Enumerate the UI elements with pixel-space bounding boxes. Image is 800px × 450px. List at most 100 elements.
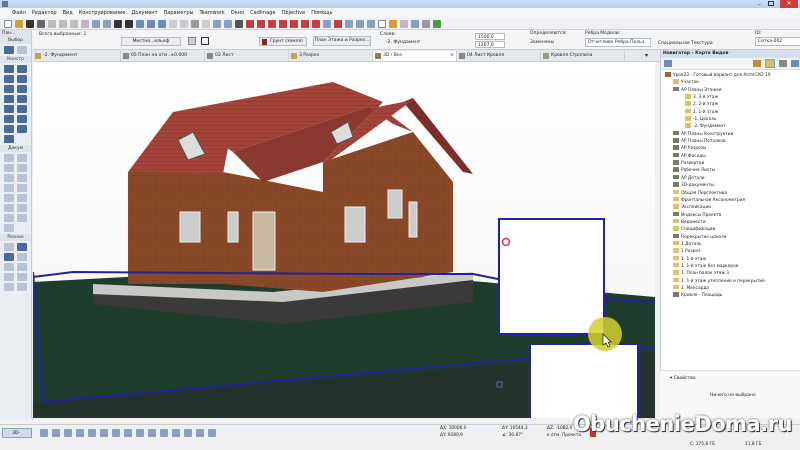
menu-edit[interactable]: Редактор xyxy=(32,10,57,16)
tree-item[interactable]: 2. 2-й этаж xyxy=(661,101,800,108)
layout-book-icon[interactable] xyxy=(779,60,787,67)
publish-icon[interactable] xyxy=(411,19,419,28)
arrow-tool-icon[interactable] xyxy=(4,46,14,54)
lamp-tool-icon[interactable] xyxy=(16,243,27,251)
tree-item[interactable]: Перекрытие цоколя xyxy=(661,233,800,241)
change-tool-icon[interactable] xyxy=(4,224,14,232)
tree-item[interactable]: АР Разрезы xyxy=(661,145,800,152)
label-tool-icon[interactable] xyxy=(16,164,27,172)
minimize-button[interactable]: – xyxy=(758,1,761,8)
tree-item[interactable]: АР Планы Этажей xyxy=(661,86,800,94)
plan-icon[interactable] xyxy=(367,19,375,28)
new-icon[interactable] xyxy=(4,19,12,28)
rectangle-geometry-icon[interactable] xyxy=(201,37,209,45)
material-dropdown[interactable]: Грунт (земля) xyxy=(259,37,307,46)
object-tool-icon[interactable] xyxy=(4,125,14,133)
section-tool-icon[interactable] xyxy=(16,194,27,202)
tab-plan-0[interactable]: 05 План на отм. ±0.000 xyxy=(121,51,205,61)
interior-elevation-icon[interactable] xyxy=(16,283,27,291)
skylight-tool-icon[interactable] xyxy=(16,105,27,113)
tree-item[interactable]: Урок23 - Готовый вариант для ArchiCAD 19 xyxy=(661,72,800,79)
mesh-tool-icon[interactable] xyxy=(4,135,14,143)
publisher-sets-icon[interactable] xyxy=(791,60,799,67)
maximize-button[interactable] xyxy=(768,1,774,6)
redo-icon[interactable] xyxy=(92,19,100,28)
print-icon[interactable] xyxy=(37,19,45,28)
polyline-tool-icon[interactable] xyxy=(16,184,27,192)
set-icon[interactable] xyxy=(422,19,430,28)
light-icon[interactable] xyxy=(196,429,204,437)
split-icon[interactable] xyxy=(246,19,254,28)
wave-tool-icon[interactable] xyxy=(4,273,14,281)
tab-section-3[interactable]: 3 Разрез xyxy=(289,51,373,61)
morph-tool-icon[interactable] xyxy=(16,115,27,123)
slab-tool-icon[interactable] xyxy=(16,85,27,93)
tree-item[interactable]: 1. 1-й этаж xyxy=(661,255,800,263)
surface-dropdown[interactable]: Местно...ельеф xyxy=(121,37,181,46)
3d-cutaway-icon[interactable] xyxy=(323,19,331,28)
grid-icon[interactable] xyxy=(169,19,177,28)
drawing-tool-icon[interactable] xyxy=(4,194,14,202)
properties-header[interactable]: ▾ Свойства xyxy=(670,376,696,381)
fly-icon[interactable] xyxy=(76,429,84,437)
grid-snap-icon[interactable] xyxy=(158,19,166,28)
tree-item[interactable]: Фронтальная Аксонометрия xyxy=(661,196,800,204)
open-icon[interactable] xyxy=(15,19,23,28)
tree-item[interactable]: 3D-документы xyxy=(661,182,800,189)
shell-tool-icon[interactable] xyxy=(4,105,14,113)
marquee-icon[interactable] xyxy=(334,19,342,28)
filter-icon[interactable] xyxy=(172,429,180,437)
elevation-icon[interactable] xyxy=(202,19,210,28)
add-icon[interactable] xyxy=(433,19,441,28)
table-icon[interactable] xyxy=(224,19,232,28)
tree-item[interactable]: 2. Мансарда xyxy=(661,284,800,292)
tree-item[interactable]: 1 Разрез xyxy=(661,248,800,255)
layers-icon[interactable] xyxy=(356,19,364,28)
marquee-tool-icon[interactable] xyxy=(16,46,27,54)
guide-icon[interactable] xyxy=(136,19,144,28)
tree-item[interactable]: 1. 1-й этаж без маркеров xyxy=(661,262,800,270)
tree-item[interactable]: Рабочие Листы xyxy=(661,167,800,174)
render-icon[interactable] xyxy=(148,429,156,437)
fill-tool-icon[interactable] xyxy=(4,174,14,182)
picture-tool-icon[interactable] xyxy=(4,283,14,291)
explore-icon[interactable] xyxy=(52,429,60,437)
zoom-icon[interactable] xyxy=(100,429,108,437)
trim-icon[interactable] xyxy=(180,19,188,28)
menu-cadimage[interactable]: CadImage xyxy=(250,10,275,16)
home-story[interactable]: -2. Фундамент xyxy=(386,40,420,45)
adjust-icon[interactable] xyxy=(257,19,265,28)
view-map-icon[interactable] xyxy=(765,59,775,68)
tree-item[interactable]: -1. Цоколь xyxy=(661,116,800,123)
hotlink-tool-icon[interactable] xyxy=(16,273,27,281)
camera-icon[interactable] xyxy=(208,429,216,437)
tree-item[interactable]: 1. 1-й этаж утепление и перекрытие xyxy=(661,277,800,285)
text-tool-icon[interactable] xyxy=(4,164,14,172)
tree-item[interactable]: 1 Деталь xyxy=(661,240,800,248)
zone-tool-icon[interactable] xyxy=(16,125,27,133)
tree-item[interactable]: Участок xyxy=(661,79,800,86)
height-field[interactable]: 1267,0 xyxy=(475,41,505,48)
tab-foundation[interactable]: -2. Фундамент xyxy=(33,51,121,61)
curtain-wall-tool-icon[interactable] xyxy=(4,115,14,123)
copy-icon[interactable] xyxy=(59,19,67,28)
edges-dropdown[interactable]: Отчетливо Ребра Польз. xyxy=(585,38,651,47)
grid-tool-icon[interactable] xyxy=(4,243,14,251)
spline-tool-icon[interactable] xyxy=(16,263,27,271)
tree-item[interactable]: Общая Перспектива xyxy=(661,189,800,197)
wall-tool-icon[interactable] xyxy=(4,65,14,73)
column-tool-icon[interactable] xyxy=(16,75,27,83)
menu-view[interactable]: Вид xyxy=(63,10,73,16)
find-icon[interactable] xyxy=(103,19,111,28)
pick-icon[interactable] xyxy=(114,19,122,28)
dimension-tool-icon[interactable] xyxy=(4,154,14,162)
orbit-icon[interactable] xyxy=(40,429,48,437)
inject-icon[interactable] xyxy=(125,19,133,28)
tab-roof-rafters[interactable]: Кровля Стропила xyxy=(541,51,625,61)
tree-item[interactable]: 1. План балок этаж 1 xyxy=(661,270,800,277)
beam-tool-icon[interactable] xyxy=(4,85,14,93)
tab-3d-all[interactable]: 3D / Все × xyxy=(373,51,457,61)
menu-help[interactable]: Помощь xyxy=(311,10,332,16)
level-tool-icon[interactable] xyxy=(16,154,27,162)
undo-icon[interactable] xyxy=(81,19,89,28)
